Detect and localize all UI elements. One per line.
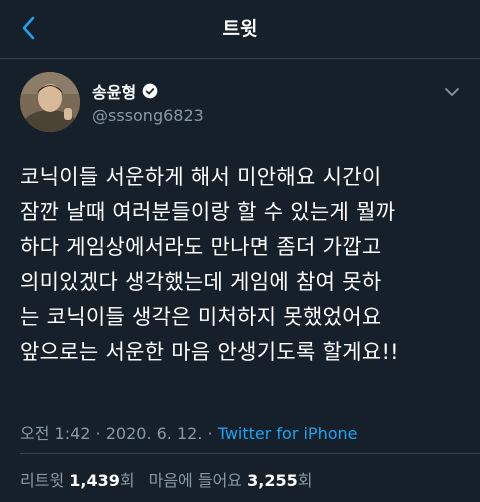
author-row[interactable]: 송윤형 [92, 80, 158, 102]
tweet-stats: 리트윗 1,439회 마음에 들어요 3,255회 [20, 467, 312, 491]
tweet-time: 오전 1:42 [20, 424, 91, 443]
likes-stat[interactable]: 마음에 들어요 3,255회 [149, 471, 313, 490]
likes-unit: 회 [297, 471, 313, 490]
top-nav-bar: 트윗 [0, 0, 480, 59]
retweets-stat[interactable]: 리트윗 1,439회 [20, 471, 135, 490]
likes-label: 마음에 들어요 [148, 471, 243, 490]
divider [20, 453, 480, 454]
tweet-text: 코닉이들 서운하게 해서 미안해요 시간이 잠깐 날때 여러분들이랑 할 수 있… [20, 165, 399, 364]
avatar-image [20, 72, 80, 132]
avatar[interactable] [20, 72, 80, 132]
author-name[interactable]: 송윤형 [92, 79, 136, 103]
retweets-unit: 회 [119, 471, 135, 490]
tweet-date: 2020. 6. 12. [105, 424, 203, 443]
page-title: 트윗 [222, 18, 258, 40]
tweet-meta: 오전 1:42 · 2020. 6. 12. · Twitter for iPh… [20, 420, 358, 444]
verified-badge-icon [142, 83, 158, 99]
meta-separator: · [202, 424, 218, 443]
chevron-down-icon[interactable] [442, 82, 462, 102]
retweets-count: 1,439 [69, 471, 120, 490]
meta-separator: · [90, 424, 106, 443]
retweets-label: 리트윗 [20, 471, 65, 490]
tweet-source-link[interactable]: Twitter for iPhone [218, 424, 358, 443]
likes-count: 3,255 [247, 471, 298, 490]
author-handle[interactable]: @sssong6823 [92, 106, 204, 125]
